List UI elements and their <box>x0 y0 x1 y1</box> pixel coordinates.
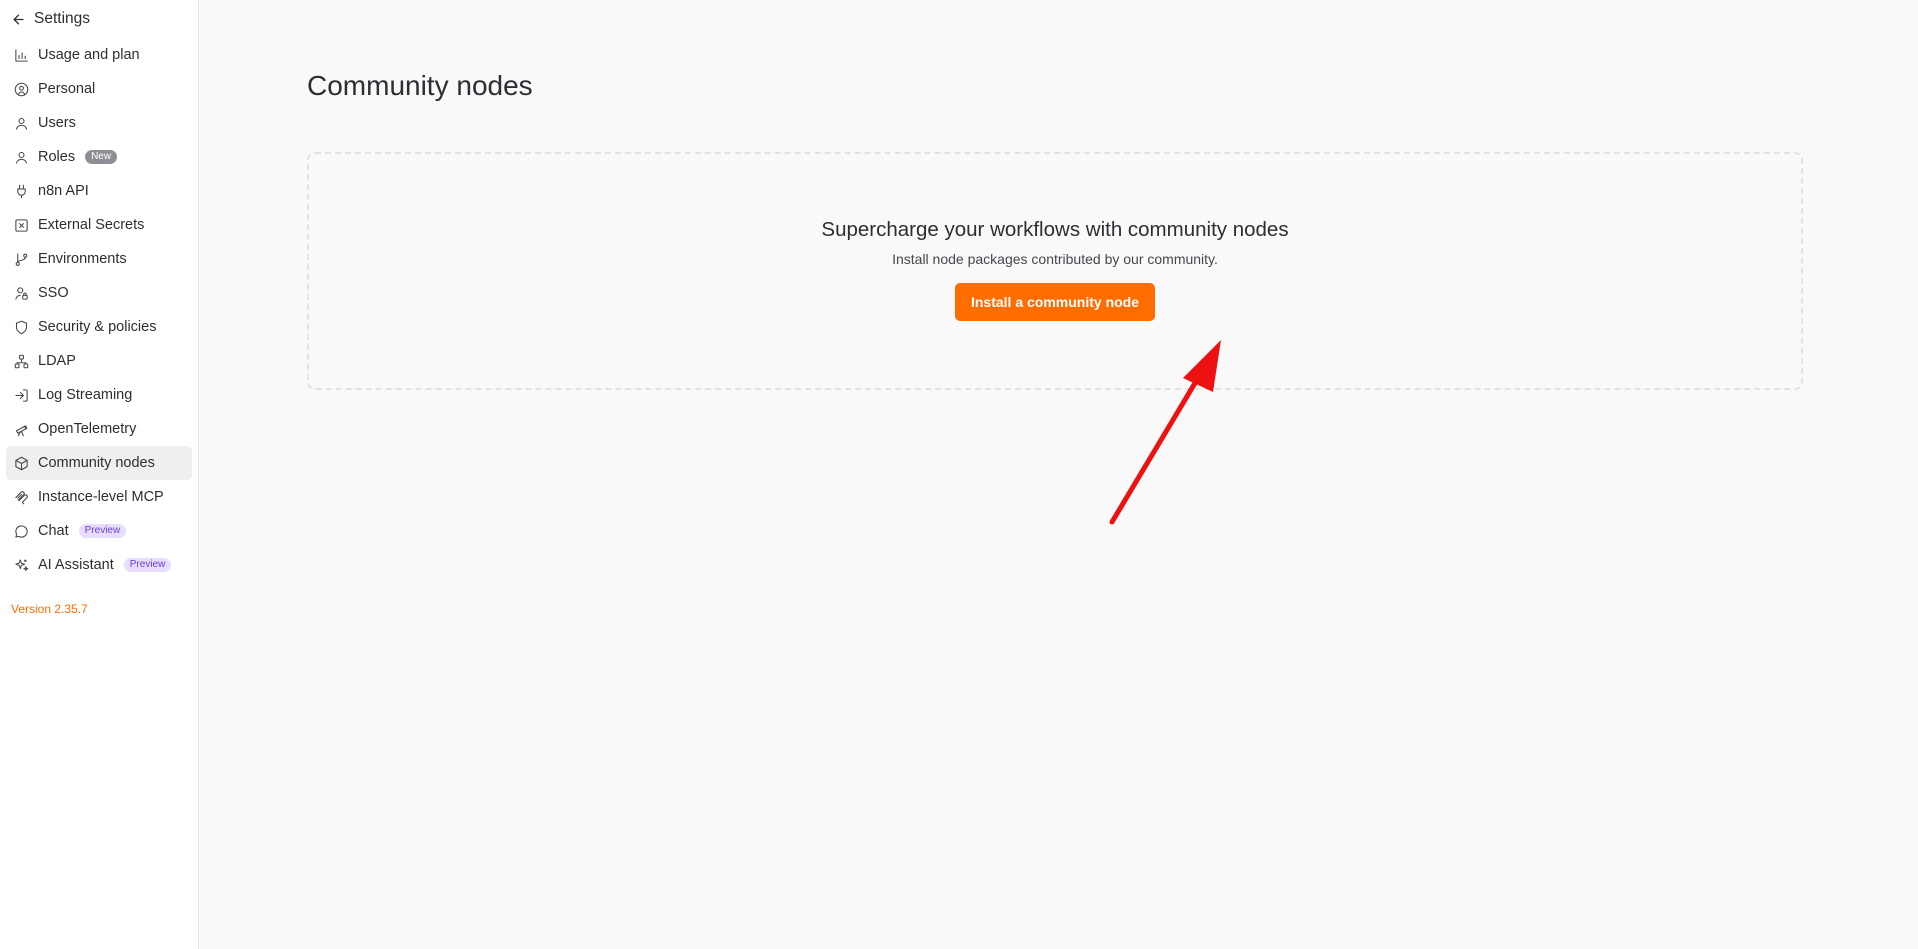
settings-sidebar: Settings Usage and plan Personal Users R… <box>0 0 199 949</box>
settings-nav: Usage and plan Personal Users Roles New … <box>0 38 198 582</box>
page-title: Community nodes <box>307 70 533 101</box>
shield-icon <box>15 320 28 334</box>
sidebar-item-external-secrets[interactable]: External Secrets <box>6 208 192 242</box>
user-lock-icon <box>15 286 28 300</box>
main-content: Community nodes Supercharge your workflo… <box>199 0 1918 949</box>
empty-state-heading: Supercharge your workflows with communit… <box>821 218 1289 241</box>
log-in-icon <box>15 388 28 402</box>
user-icon <box>15 117 28 130</box>
preview-badge: Preview <box>123 558 172 572</box>
sidebar-item-label: External Secrets <box>38 217 145 233</box>
sidebar-item-label: OpenTelemetry <box>38 421 137 437</box>
sidebar-item-label: LDAP <box>38 353 76 369</box>
sidebar-item-label: Instance-level MCP <box>38 489 164 505</box>
git-branch-icon <box>15 252 28 266</box>
sidebar-item-opentelemetry[interactable]: OpenTelemetry <box>6 412 192 446</box>
version-label: Version 2.35.7 <box>11 602 88 616</box>
sidebar-item-label: Community nodes <box>38 455 155 471</box>
new-badge: New <box>85 150 118 164</box>
sidebar-item-label: Users <box>38 115 76 131</box>
sidebar-item-roles[interactable]: Roles New <box>6 140 192 174</box>
telescope-icon <box>15 424 28 436</box>
user-icon <box>15 151 28 164</box>
plug-icon <box>17 184 26 198</box>
back-label: Settings <box>34 10 91 27</box>
sidebar-item-label: Chat <box>38 523 69 539</box>
sidebar-item-log-streaming[interactable]: Log Streaming <box>6 378 192 412</box>
preview-badge: Preview <box>78 524 127 538</box>
package-icon <box>15 456 28 470</box>
mcp-icon <box>15 490 28 504</box>
sidebar-item-usage-and-plan[interactable]: Usage and plan <box>6 38 192 72</box>
message-circle-icon <box>15 524 28 538</box>
back-to-settings-button[interactable]: Settings <box>0 0 198 38</box>
sparkles-icon <box>15 558 29 571</box>
sidebar-item-sso[interactable]: SSO <box>6 276 192 310</box>
sidebar-item-label: Personal <box>38 81 96 97</box>
community-nodes-empty-state: Supercharge your workflows with communit… <box>307 152 1803 390</box>
sidebar-item-personal[interactable]: Personal <box>6 72 192 106</box>
sidebar-item-ai-assistant[interactable]: AI Assistant Preview <box>6 548 192 582</box>
sidebar-item-label: Usage and plan <box>38 47 140 63</box>
sidebar-item-label: SSO <box>38 285 69 301</box>
sidebar-item-community-nodes[interactable]: Community nodes <box>6 446 192 480</box>
network-icon <box>14 354 29 368</box>
sidebar-item-chat[interactable]: Chat Preview <box>6 514 192 548</box>
sidebar-item-security-policies[interactable]: Security & policies <box>6 310 192 344</box>
sidebar-item-label: Security & policies <box>38 319 157 335</box>
chart-icon <box>15 48 28 62</box>
arrow-left-icon <box>13 14 24 24</box>
red-arrow-annotation <box>1109 340 1221 525</box>
sidebar-item-label: Log Streaming <box>38 387 133 403</box>
user-circle-icon <box>14 82 29 96</box>
empty-state-description: Install node packages contributed by our… <box>892 251 1218 267</box>
sidebar-item-label: n8n API <box>38 183 89 199</box>
sidebar-item-users[interactable]: Users <box>6 106 192 140</box>
sidebar-item-label: AI Assistant <box>38 557 114 573</box>
sidebar-item-ldap[interactable]: LDAP <box>6 344 192 378</box>
install-community-node-button[interactable]: Install a community node <box>954 283 1156 321</box>
sidebar-item-label: Environments <box>38 251 127 267</box>
sidebar-item-environments[interactable]: Environments <box>6 242 192 276</box>
sidebar-item-n8n-api[interactable]: n8n API <box>6 174 192 208</box>
sidebar-item-label: Roles <box>38 149 76 165</box>
box-x-icon <box>15 218 28 232</box>
sidebar-item-instance-level-mcp[interactable]: Instance-level MCP <box>6 480 192 514</box>
